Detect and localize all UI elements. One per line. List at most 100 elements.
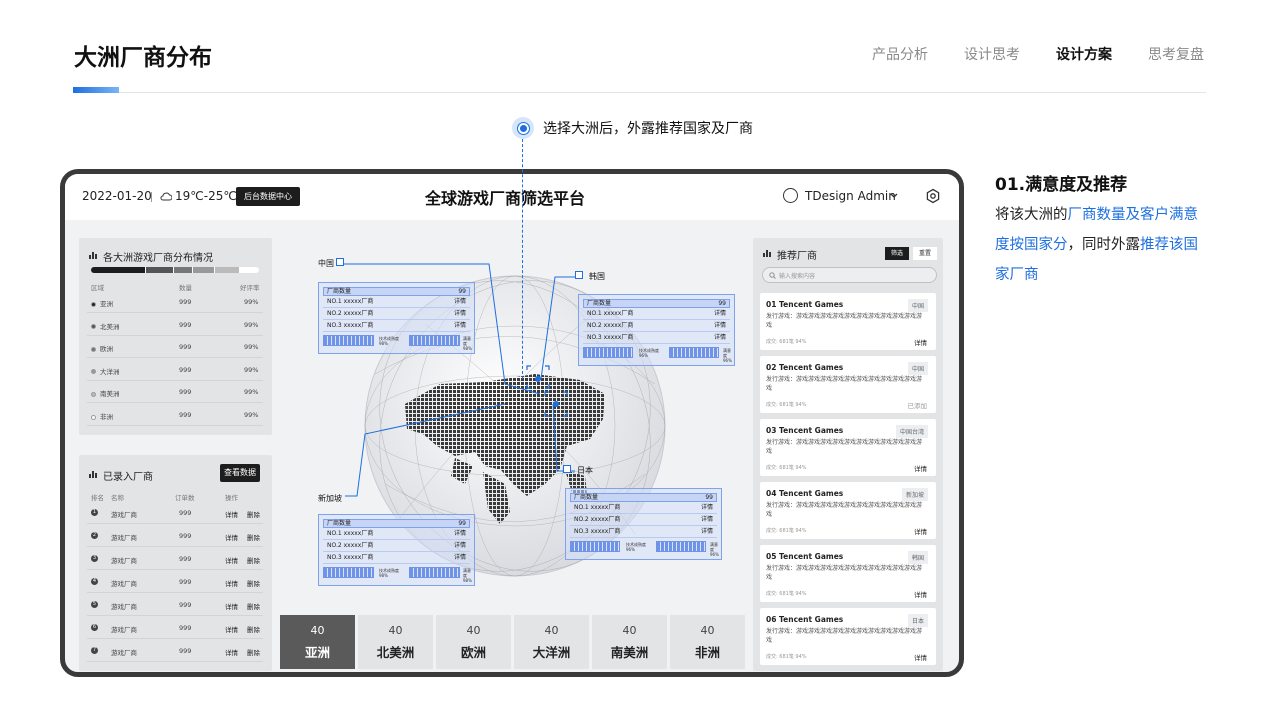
view-data-button[interactable]: 查看数据: [220, 464, 260, 482]
table-row[interactable]: 1 游戏厂商 999 详情 删除: [87, 502, 263, 524]
detail-link[interactable]: 详情: [914, 589, 927, 599]
detail-link[interactable]: 详情: [914, 463, 927, 473]
country-tag: 中国台湾: [895, 425, 928, 438]
distribution-row[interactable]: 大洋洲 999 99%: [87, 359, 263, 381]
nav-item-design-thinking[interactable]: 设计思考: [964, 44, 1020, 64]
detail-link[interactable]: 详情: [225, 578, 238, 588]
reset-button[interactable]: 重置: [913, 247, 937, 260]
detail-link[interactable]: 详情: [914, 526, 927, 536]
detail-link[interactable]: 详情: [701, 514, 713, 525]
table-row[interactable]: 7 游戏厂商 999 详情 删除: [87, 640, 263, 662]
continent-tab[interactable]: 40 大洋洲: [514, 615, 589, 669]
rate-cell: 99%: [244, 320, 259, 329]
recommend-card[interactable]: 06 Tencent Games 日本 发行游戏：游戏游戏游戏游戏游戏游戏游戏游戏游…: [760, 608, 936, 665]
delete-link[interactable]: 删除: [247, 624, 260, 634]
distribution-row[interactable]: 欧洲 999 99%: [87, 336, 263, 359]
detail-link[interactable]: 详情: [701, 502, 713, 513]
detail-link[interactable]: 详情: [225, 532, 238, 542]
continent-tab[interactable]: 40 北美洲: [358, 615, 433, 669]
delete-link[interactable]: 删除: [247, 555, 260, 565]
satisfaction-name: 满意度: [723, 348, 731, 358]
user-name[interactable]: TDesign Admin: [805, 189, 896, 203]
vendor-list-item[interactable]: NO.1 xxxxx厂商 详情: [583, 308, 730, 320]
detail-link[interactable]: 详情: [225, 624, 238, 634]
filter-button[interactable]: 筛选: [885, 247, 909, 260]
count-cell: 999: [179, 343, 192, 352]
distribution-row[interactable]: 南美洲 999 99%: [87, 381, 263, 404]
table-row[interactable]: 5 游戏厂商 999 详情 删除: [87, 594, 263, 616]
delete-link[interactable]: 删除: [247, 532, 260, 542]
detail-link[interactable]: 详情: [914, 652, 927, 662]
rank-badge: 7: [91, 647, 98, 654]
vendor-list-item[interactable]: NO.3 xxxxx厂商 详情: [323, 320, 470, 332]
continent-tab[interactable]: 40 南美洲: [592, 615, 667, 669]
continent-tab[interactable]: 40 非洲: [670, 615, 745, 669]
rank-badge: 1: [91, 509, 98, 516]
distribution-row[interactable]: 北美洲 999 99%: [87, 314, 263, 336]
card-header: 厂商数量 99: [323, 519, 470, 528]
user-icon[interactable]: [783, 188, 798, 203]
chevron-down-icon[interactable]: [890, 193, 898, 199]
detail-link[interactable]: 详情: [225, 509, 238, 519]
detail-link[interactable]: 详情: [701, 526, 713, 537]
settings-icon[interactable]: [925, 188, 941, 204]
recommend-card[interactable]: 02 Tencent Games 中国 发行游戏：游戏游戏游戏游戏游戏游戏游戏游戏游…: [760, 356, 936, 413]
satisfaction-label: 满意度 98%: [463, 336, 472, 351]
vendor-list-item[interactable]: NO.3 xxxxx厂商 详情: [583, 332, 730, 344]
continent-tab[interactable]: 40 欧洲: [436, 615, 511, 669]
table-row[interactable]: 2 游戏厂商 999 详情 删除: [87, 525, 263, 547]
delete-link[interactable]: 删除: [247, 601, 260, 611]
detail-link[interactable]: 详情: [454, 540, 466, 551]
order-count: 999: [179, 578, 192, 586]
vendor-list-item[interactable]: NO.2 xxxxx厂商 详情: [570, 514, 717, 526]
distribution-row[interactable]: 非洲 999 99%: [87, 404, 263, 426]
country-tag: 新加坡: [901, 488, 928, 501]
detail-link[interactable]: 详情: [454, 296, 466, 307]
vendor-list-item[interactable]: NO.1 xxxxx厂商 详情: [323, 528, 470, 540]
detail-link[interactable]: 详情: [714, 332, 726, 343]
table-row[interactable]: 4 游戏厂商 999 详情 删除: [87, 571, 263, 593]
vendor-list-item[interactable]: NO.2 xxxxx厂商 详情: [323, 308, 470, 320]
vendor-list-item[interactable]: NO.1 xxxxx厂商 详情: [570, 502, 717, 514]
table-row[interactable]: 3 游戏厂商 999 详情 删除: [87, 548, 263, 570]
detail-link[interactable]: 详情: [225, 555, 238, 565]
table-row[interactable]: 6 游戏厂商 999 详情 删除: [87, 617, 263, 639]
nav-item-design-plan[interactable]: 设计方案: [1056, 44, 1112, 64]
country-card-korea[interactable]: 厂商数量 99 NO.1 xxxxx厂商 详情 NO.2 xxxxx厂商 详情 NO.3 x…: [578, 294, 735, 366]
vendor-list-item[interactable]: NO.3 xxxxx厂商 详情: [570, 526, 717, 538]
search-input[interactable]: 输入搜索内容: [762, 267, 937, 283]
vendor-count-value: 99: [718, 300, 726, 307]
detail-link[interactable]: 详情: [914, 337, 927, 347]
nav-item-product-analysis[interactable]: 产品分析: [872, 44, 928, 64]
count-cell: 999: [179, 388, 192, 397]
delete-link[interactable]: 删除: [247, 647, 260, 657]
recommend-card[interactable]: 04 Tencent Games 新加坡 发行游戏：游戏游戏游戏游戏游戏游戏游戏游戏…: [760, 482, 936, 539]
detail-link[interactable]: 详情: [454, 308, 466, 319]
detail-link[interactable]: 详情: [714, 320, 726, 331]
vendor-list-item[interactable]: NO.3 xxxxx厂商 详情: [323, 552, 470, 564]
detail-link[interactable]: 详情: [454, 528, 466, 539]
nav-item-review[interactable]: 思考复盘: [1148, 44, 1204, 64]
continent-tab[interactable]: 40 亚洲: [280, 615, 355, 669]
region-cell: 欧洲: [91, 343, 113, 353]
detail-link[interactable]: 详情: [714, 308, 726, 319]
vendor-list-item[interactable]: NO.2 xxxxx厂商 详情: [323, 540, 470, 552]
country-card-singapore[interactable]: 厂商数量 99 NO.1 xxxxx厂商 详情 NO.2 xxxxx厂商 详情 NO.3 x…: [318, 514, 475, 586]
detail-link[interactable]: 详情: [454, 320, 466, 331]
detail-link[interactable]: 详情: [225, 647, 238, 657]
recommend-card[interactable]: 03 Tencent Games 中国台湾 发行游戏：游戏游戏游戏游戏游戏游戏游戏游…: [760, 419, 936, 476]
country-card-japan[interactable]: 厂商数量 99 NO.1 xxxxx厂商 详情 NO.2 xxxxx厂商 详情 NO.3 x…: [565, 488, 722, 560]
vendor-list-item[interactable]: NO.2 xxxxx厂商 详情: [583, 320, 730, 332]
recommend-card[interactable]: 05 Tencent Games 韩国 发行游戏：游戏游戏游戏游戏游戏游戏游戏游戏游…: [760, 545, 936, 602]
distribution-row[interactable]: 亚洲 999 99%: [87, 291, 263, 313]
vendor-list-item[interactable]: NO.1 xxxxx厂商 详情: [323, 296, 470, 308]
backend-data-center-button[interactable]: 后台数据中心: [236, 187, 300, 206]
delete-link[interactable]: 删除: [247, 509, 260, 519]
detail-link[interactable]: 详情: [454, 552, 466, 563]
country-card-china[interactable]: 厂商数量 99 NO.1 xxxxx厂商 详情 NO.2 xxxxx厂商 详情 NO.3 x…: [318, 282, 475, 354]
delete-link[interactable]: 删除: [247, 578, 260, 588]
rate-cell: 99%: [244, 411, 259, 419]
recommend-card[interactable]: 01 Tencent Games 中国 发行游戏：游戏游戏游戏游戏游戏游戏游戏游戏游…: [760, 293, 936, 350]
detail-link[interactable]: 详情: [225, 601, 238, 611]
col-rank: 排名: [91, 494, 104, 502]
